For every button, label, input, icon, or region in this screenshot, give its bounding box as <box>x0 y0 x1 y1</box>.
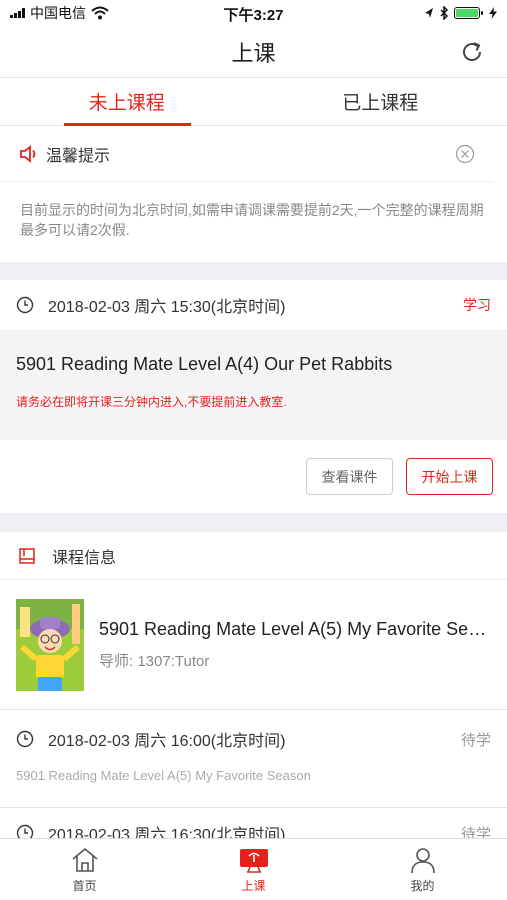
close-icon[interactable] <box>455 144 475 164</box>
battery-icon <box>454 7 483 19</box>
course-info-name: 5901 Reading Mate Level A(5) My Favorite… <box>99 618 491 639</box>
start-class-button[interactable]: 开始上课 <box>406 458 493 495</box>
upcoming-course-name: 5901 Reading Mate Level A(5) My Favorite… <box>0 768 507 808</box>
tab-upcoming[interactable]: 未上课程 <box>0 78 254 126</box>
lesson-state-study[interactable]: 学习 <box>463 295 491 315</box>
tabbar-mine[interactable]: 我的 <box>338 839 507 900</box>
notice-title: 温馨提示 <box>46 147 111 165</box>
course-info-title: 课程信息 <box>52 549 117 567</box>
book-icon <box>19 547 35 564</box>
section-gap <box>0 514 507 532</box>
classroom-icon <box>239 848 268 873</box>
upcoming-time: 2018-02-03 周六 16:00(北京时间) <box>48 733 286 750</box>
upcoming-lesson[interactable]: 2018-02-03 周六 16:00(北京时间) 待学 5901 Readin… <box>0 710 507 808</box>
status-bar: 中国电信 下午3:27 <box>0 0 507 26</box>
lesson-tabs: 未上课程 已上课程 <box>0 78 507 126</box>
tabbar-mine-label: 我的 <box>410 878 435 893</box>
clock-icon <box>16 296 34 314</box>
course-thumbnail <box>16 598 84 691</box>
speaker-icon <box>20 144 36 163</box>
course-info: 课程信息 5901 Reading Mate Level A(5) My Fav… <box>0 532 507 710</box>
bottom-tab-bar: 首页 上课 我的 <box>0 838 507 900</box>
current-lesson: 2018-02-03 周六 15:30(北京时间) 学习 5901 Readin… <box>0 280 507 514</box>
section-gap <box>0 262 507 280</box>
course-card[interactable]: 5901 Reading Mate Level A(5) My Favorite… <box>0 580 507 710</box>
lesson-time: 2018-02-03 周六 15:30(北京时间) <box>48 299 286 316</box>
page-title: 上课 <box>231 40 276 66</box>
tabbar-home-label: 首页 <box>72 878 97 893</box>
tabbar-home[interactable]: 首页 <box>0 839 169 900</box>
notice-panel: 温馨提示 目前显示的时间为北京时间,如需申请调课需要提前2天,一个完整的课程周期… <box>0 126 507 262</box>
lesson-course-name: 5901 Reading Mate Level A(4) Our Pet Rab… <box>16 354 393 374</box>
view-courseware-button[interactable]: 查看课件 <box>306 458 393 495</box>
clock-icon <box>16 730 34 748</box>
nav-bar: 上课 <box>0 26 507 78</box>
status-time: 下午3:27 <box>223 7 284 24</box>
refresh-icon[interactable] <box>459 39 485 65</box>
tabbar-class-label: 上课 <box>241 878 266 893</box>
notice-text: 目前显示的时间为北京时间,如需申请调课需要提前2天,一个完整的课程周期最多可以请… <box>20 202 484 238</box>
home-icon <box>71 847 98 872</box>
tabbar-class[interactable]: 上课 <box>169 839 338 900</box>
course-info-tutor: 导师: 1307:Tutor <box>99 652 210 670</box>
lesson-warning: 请务必在即将开课三分钟内进入,不要提前进入教室. <box>16 395 287 409</box>
user-icon <box>410 847 435 873</box>
tab-completed[interactable]: 已上课程 <box>254 78 507 125</box>
upcoming-state: 待学 <box>460 731 491 749</box>
